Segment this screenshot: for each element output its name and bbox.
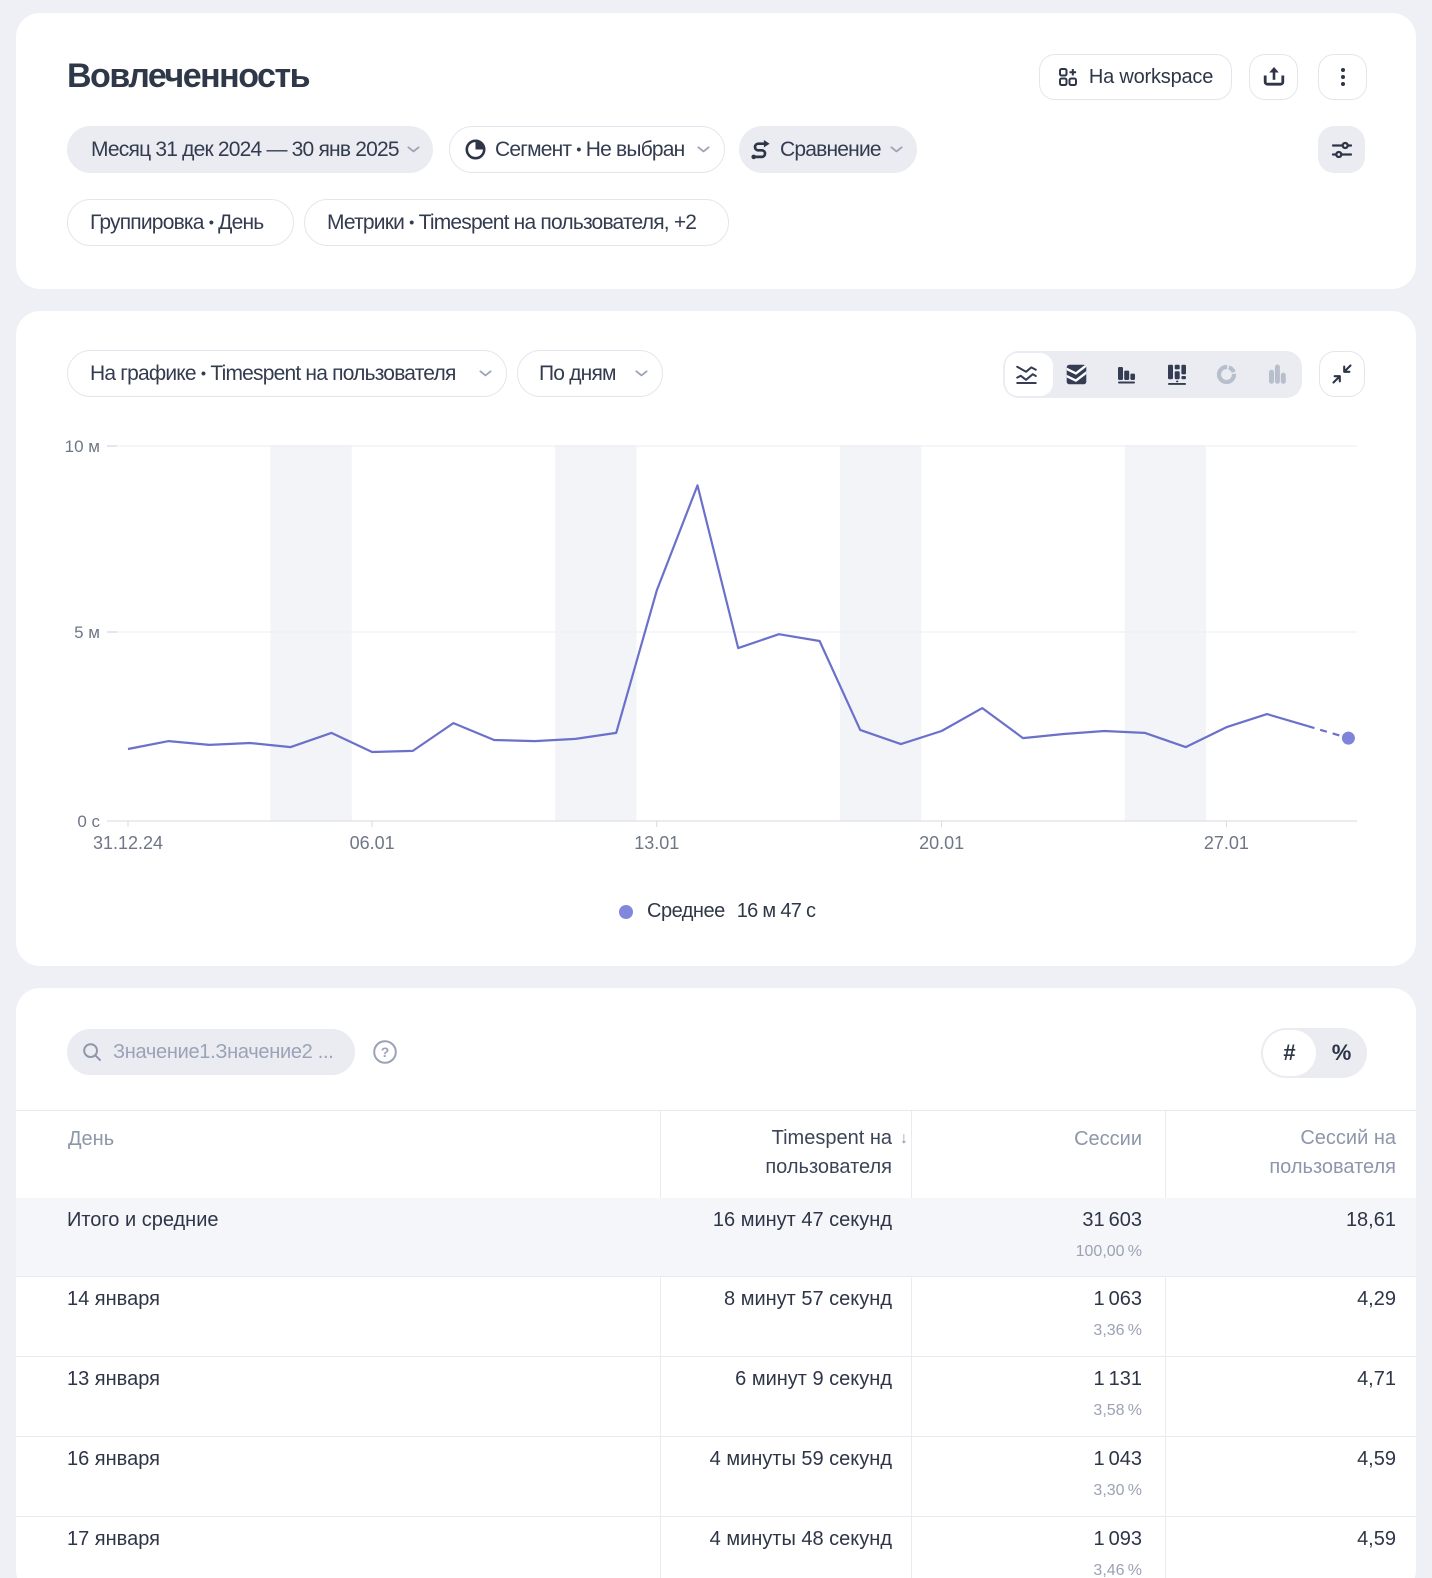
svg-text:06.01: 06.01: [350, 833, 395, 853]
svg-text:20.01: 20.01: [919, 833, 964, 853]
svg-text:27.01: 27.01: [1204, 833, 1249, 853]
svg-text:0 с: 0 с: [77, 812, 100, 831]
svg-text:?: ?: [381, 1044, 390, 1060]
svg-text:31.12.24: 31.12.24: [93, 833, 163, 853]
svg-text:10 м: 10 м: [65, 437, 100, 456]
svg-text:13.01: 13.01: [634, 833, 679, 853]
svg-text:5 м: 5 м: [74, 623, 100, 642]
